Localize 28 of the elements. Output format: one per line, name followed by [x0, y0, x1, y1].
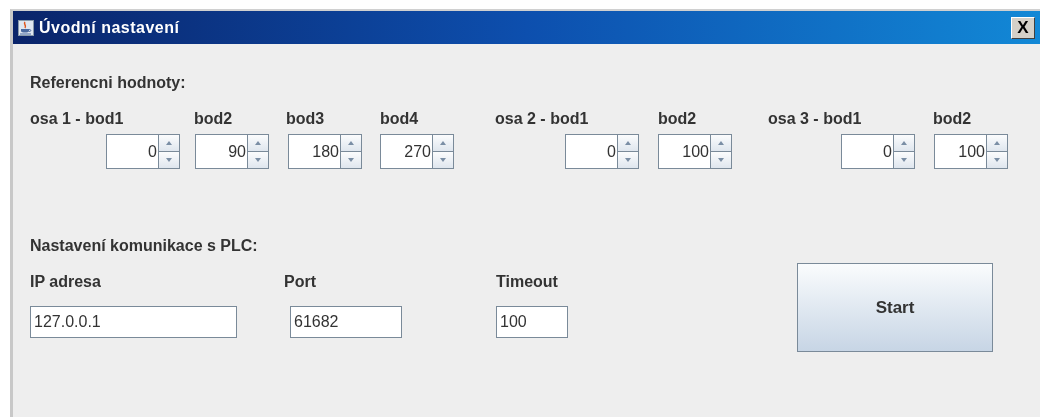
coffee-cup-icon: [18, 19, 34, 36]
text-field[interactable]: 61682: [290, 306, 402, 338]
field-label: Timeout: [496, 273, 558, 291]
field-label: bod4: [380, 110, 419, 128]
number-spinner[interactable]: 270: [380, 134, 454, 169]
text-field[interactable]: 100: [496, 306, 568, 338]
number-spinner[interactable]: 100: [934, 134, 1008, 169]
number-spinner[interactable]: 0: [565, 134, 639, 169]
field-label: IP adresa: [30, 273, 101, 291]
number-spinner[interactable]: 0: [106, 134, 180, 169]
field-label: bod2: [658, 110, 697, 128]
field-label: Port: [284, 273, 316, 291]
text-field[interactable]: 127.0.0.1: [30, 306, 237, 338]
number-spinner[interactable]: 0: [841, 134, 915, 169]
window-title: Úvodní nastavení: [39, 18, 181, 37]
field-label: bod3: [286, 110, 325, 128]
start-button[interactable]: Start: [797, 263, 993, 352]
section-heading: Referencni hodnoty:: [30, 74, 187, 93]
field-label: osa 1 - bod1: [30, 110, 124, 128]
field-label: osa 2 - bod1: [495, 110, 589, 128]
field-label: bod2: [933, 110, 972, 128]
section-heading: Nastavení komunikace s PLC:: [30, 237, 259, 256]
number-spinner[interactable]: 90: [195, 134, 269, 169]
close-button[interactable]: X: [1011, 16, 1035, 39]
number-spinner[interactable]: 180: [288, 134, 362, 169]
field-label: bod2: [194, 110, 233, 128]
number-spinner[interactable]: 100: [658, 134, 732, 169]
field-label: osa 3 - bod1: [768, 110, 862, 128]
